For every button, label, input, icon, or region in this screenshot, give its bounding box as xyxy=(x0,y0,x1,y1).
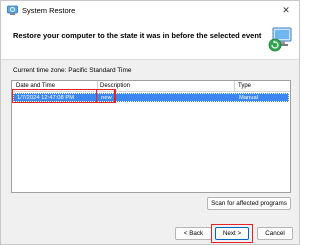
highlight-box-next xyxy=(211,224,253,243)
system-restore-computer-icon xyxy=(267,26,293,54)
column-header-type[interactable]: Type xyxy=(238,83,251,89)
title-bar: System Restore ✕ xyxy=(1,1,299,20)
system-restore-window: System Restore ✕ Restore your computer t… xyxy=(0,0,300,245)
cancel-button[interactable]: Cancel xyxy=(257,227,293,240)
window-title: System Restore xyxy=(22,6,76,15)
cell-type: Manual xyxy=(239,94,259,101)
back-button[interactable]: < Back xyxy=(175,227,212,240)
page-heading: Restore your computer to the state it wa… xyxy=(13,31,262,40)
header-band: Restore your computer to the state it wa… xyxy=(1,20,299,60)
highlight-box-description xyxy=(96,89,116,103)
column-divider[interactable] xyxy=(234,81,235,92)
close-button[interactable]: ✕ xyxy=(276,3,296,18)
system-restore-icon xyxy=(7,5,18,16)
timezone-label: Current time zone: Pacific Standard Time xyxy=(13,67,132,74)
scan-affected-programs-button[interactable]: Scan for affected programs xyxy=(207,197,291,210)
